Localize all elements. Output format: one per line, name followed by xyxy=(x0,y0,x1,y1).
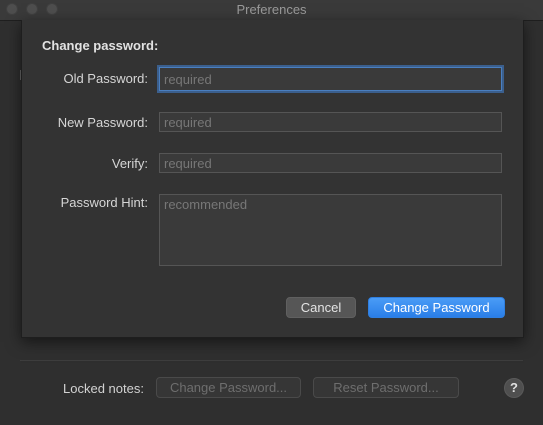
verify-label: Verify: xyxy=(111,156,148,171)
change-password-sheet: Change password: Old Password: New Passw… xyxy=(21,20,524,338)
old-password-input[interactable] xyxy=(159,67,502,91)
change-password-button[interactable]: Change Password xyxy=(368,297,505,318)
preferences-window: Preferences Locked notes: Change Passwor… xyxy=(0,0,543,425)
sheet-heading: Change password: xyxy=(42,38,159,53)
new-password-label: New Password: xyxy=(57,115,148,130)
locked-reset-password-button: Reset Password... xyxy=(313,377,459,398)
locked-notes-label: Locked notes: xyxy=(63,381,144,396)
password-hint-label: Password Hint: xyxy=(60,195,148,210)
cancel-button[interactable]: Cancel xyxy=(286,297,356,318)
window-title: Preferences xyxy=(236,2,307,17)
help-button[interactable]: ? xyxy=(504,378,524,398)
verify-password-input[interactable] xyxy=(159,153,502,173)
old-password-label: Old Password: xyxy=(63,71,148,86)
title-bar: Preferences xyxy=(0,0,543,21)
new-password-input[interactable] xyxy=(159,112,502,132)
divider xyxy=(20,360,523,361)
locked-change-password-button: Change Password... xyxy=(156,377,301,398)
password-hint-input[interactable] xyxy=(159,194,502,266)
